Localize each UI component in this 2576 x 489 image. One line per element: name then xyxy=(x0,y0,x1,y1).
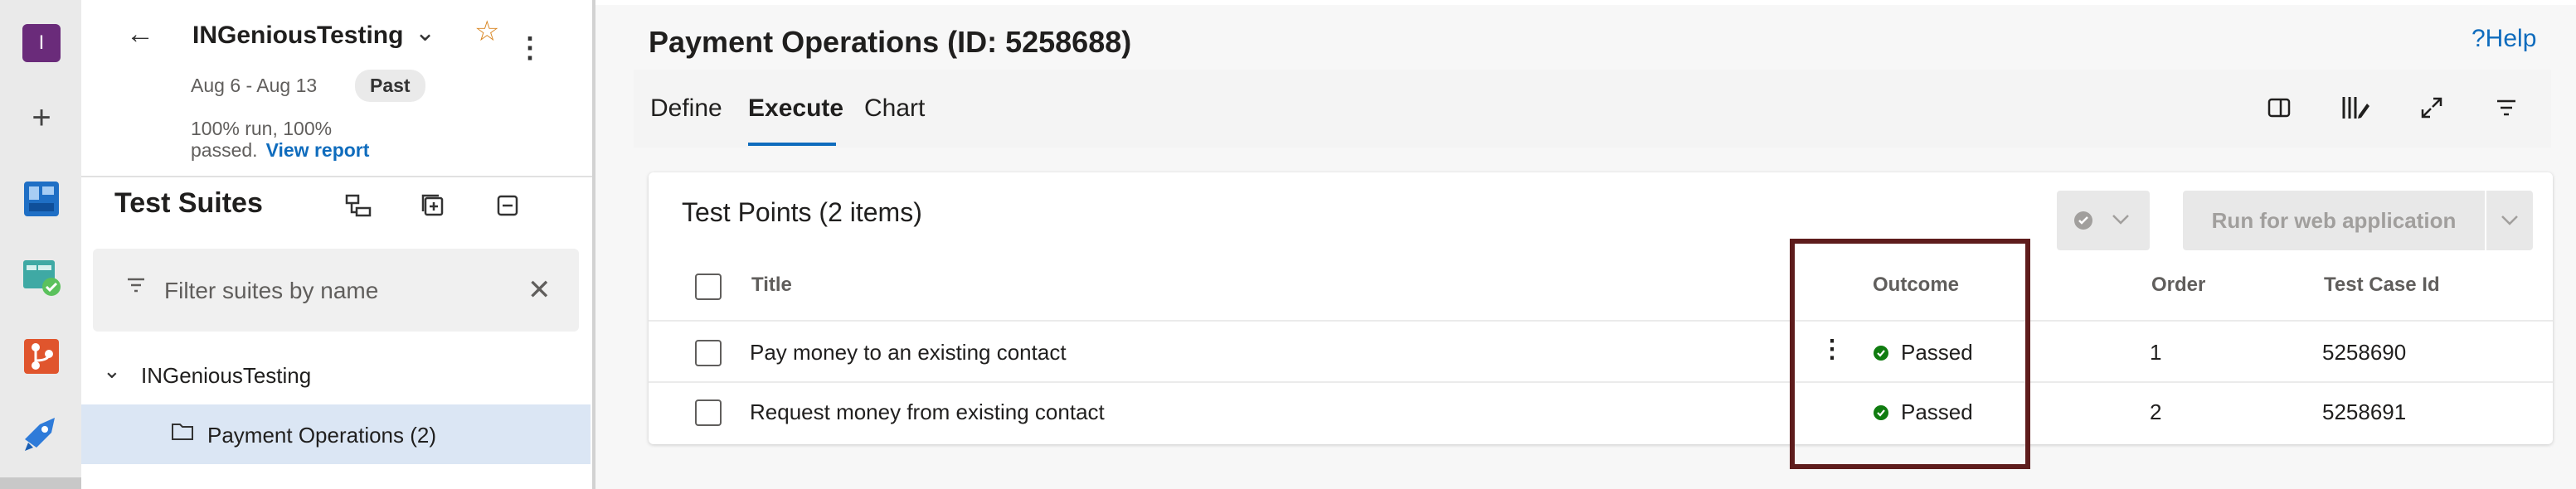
divider xyxy=(649,320,2553,322)
org-avatar[interactable]: I xyxy=(22,23,61,63)
test-points-title: Test Points (2 items) xyxy=(682,197,922,227)
check-circle-icon xyxy=(2074,211,2092,230)
row-checkbox[interactable] xyxy=(695,399,722,426)
page-title: Payment Operations (ID: 5258688) xyxy=(649,25,1132,59)
rail-footer xyxy=(0,477,81,489)
tree-root-suite[interactable]: INGeniousTesting xyxy=(141,363,311,389)
pipelines-icon[interactable] xyxy=(22,414,61,454)
filter-icon[interactable] xyxy=(2488,90,2525,126)
column-options-icon[interactable] xyxy=(2337,90,2374,126)
chevron-down-icon xyxy=(2112,215,2129,225)
plus-icon[interactable]: + xyxy=(22,98,61,138)
column-header-test-case-id[interactable]: Test Case Id xyxy=(2324,274,2440,297)
tree-item-payment-operations[interactable]: Payment Operations (2) xyxy=(81,404,591,464)
collapse-all-icon[interactable] xyxy=(493,192,522,219)
view-report-link[interactable]: View report xyxy=(266,139,370,161)
boards-icon[interactable] xyxy=(22,179,61,219)
plan-name[interactable]: INGeniousTesting xyxy=(192,22,403,50)
test-case-id-cell: 5258690 xyxy=(2322,340,2407,365)
back-arrow-icon[interactable]: ← xyxy=(126,18,154,51)
favorite-star-icon[interactable]: ☆ xyxy=(474,15,499,48)
test-plans-icon[interactable] xyxy=(22,257,61,297)
row-checkbox[interactable] xyxy=(695,340,722,366)
run-options-chevron[interactable] xyxy=(2486,191,2533,250)
chevron-down-icon[interactable]: ⌄ xyxy=(415,18,435,47)
plan-stats-line1: 100% run, 100% xyxy=(191,118,333,139)
column-header-order[interactable]: Order xyxy=(2151,274,2205,297)
new-suite-icon[interactable] xyxy=(343,192,373,219)
order-cell: 2 xyxy=(2150,399,2162,424)
status-badge: Past xyxy=(355,70,425,102)
expand-all-icon[interactable] xyxy=(418,192,448,219)
filter-icon xyxy=(126,277,146,298)
more-actions-icon[interactable]: ⋮ xyxy=(516,31,544,65)
tab-execute[interactable]: Execute xyxy=(748,94,843,123)
org-avatar-letter: I xyxy=(22,24,61,62)
tree-item-label: Payment Operations (2) xyxy=(207,423,437,448)
divider xyxy=(81,176,592,177)
folder-icon xyxy=(171,421,194,445)
mark-outcome-dropdown[interactable] xyxy=(2057,191,2150,250)
suite-filter: ✕ xyxy=(93,249,579,332)
test-case-id-cell: 5258691 xyxy=(2322,399,2407,424)
test-points-card: Test Points (2 items) Run for web applic… xyxy=(649,172,2553,444)
active-tab-indicator xyxy=(748,143,836,146)
plan-stats-text: passed. xyxy=(191,139,258,161)
tree-chevron-down-icon[interactable]: ⌄ xyxy=(103,358,121,384)
clear-filter-icon[interactable]: ✕ xyxy=(527,274,552,307)
column-header-title[interactable]: Title xyxy=(751,274,792,297)
chevron-down-icon xyxy=(2501,215,2518,225)
tab-define[interactable]: Define xyxy=(650,94,722,123)
test-suites-heading: Test Suites xyxy=(114,187,263,219)
test-point-title[interactable]: Request money from existing contact xyxy=(750,399,1105,425)
tab-chart[interactable]: Chart xyxy=(864,94,925,123)
test-point-title[interactable]: Pay money to an existing contact xyxy=(750,340,1067,366)
help-link[interactable]: ?Help xyxy=(2472,25,2536,53)
full-screen-icon[interactable] xyxy=(2413,90,2450,126)
run-for-web-application-button[interactable]: Run for web application xyxy=(2183,191,2485,250)
outcome-highlight-box xyxy=(1790,239,2030,469)
top-strip xyxy=(595,0,2576,5)
plan-stats-line2: passed. View report xyxy=(191,139,369,162)
side-pane-icon[interactable] xyxy=(2261,90,2297,126)
plan-date-range: Aug 6 - Aug 13 xyxy=(191,75,318,96)
divider xyxy=(649,381,2553,383)
app-rail: I + xyxy=(0,0,81,489)
order-cell: 1 xyxy=(2150,340,2162,365)
select-all-checkbox[interactable] xyxy=(695,274,722,300)
filter-suites-input[interactable] xyxy=(163,270,514,312)
repos-icon[interactable] xyxy=(22,336,61,376)
